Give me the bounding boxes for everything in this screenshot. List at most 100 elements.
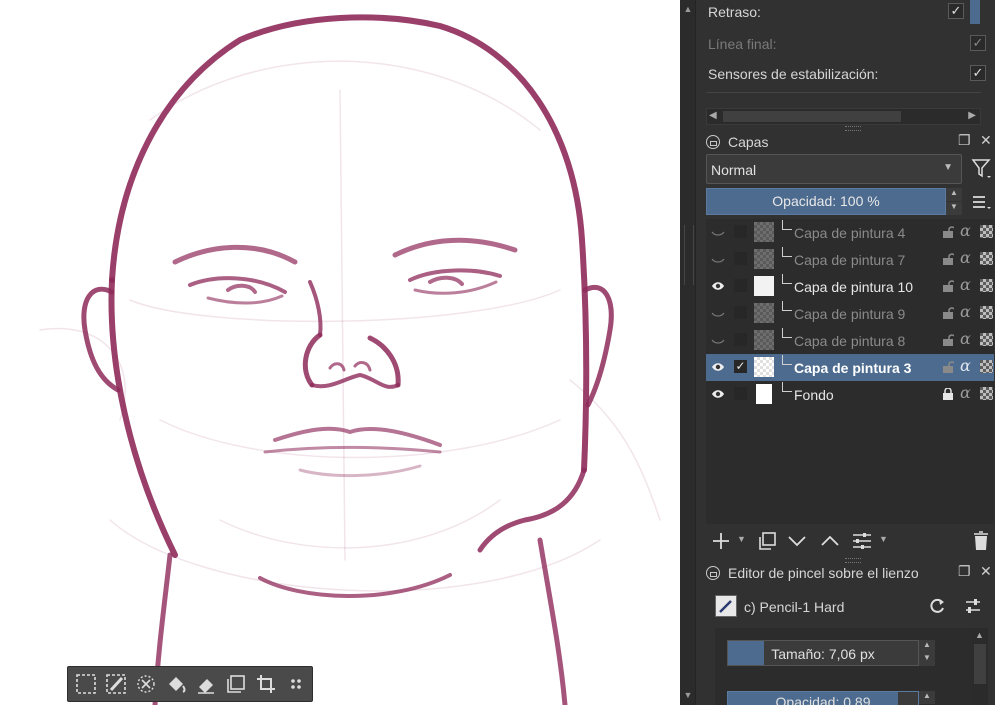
visible-eye-icon[interactable] (711, 387, 725, 401)
splitter-handle[interactable] (845, 558, 861, 563)
layer-row[interactable]: Capa de pintura 4 α (706, 219, 994, 246)
size-up-icon[interactable]: ▲ (919, 640, 935, 653)
size-down-icon[interactable]: ▼ (919, 653, 935, 666)
unlocked-icon[interactable] (942, 253, 954, 265)
scroll-down-icon[interactable]: ▼ (683, 690, 693, 700)
paint-layer-icon (782, 355, 792, 365)
hidden-eye-icon[interactable] (711, 225, 725, 239)
chevron-down-icon[interactable]: ▼ (879, 534, 888, 544)
clear-selection-icon[interactable] (132, 670, 160, 698)
alpha-lock-icon[interactable]: α (960, 248, 971, 267)
fill-icon[interactable] (162, 670, 190, 698)
inherit-alpha-icon[interactable] (980, 225, 993, 238)
hidden-eye-icon[interactable] (711, 306, 725, 320)
crop-icon[interactable] (252, 670, 280, 698)
drawing-canvas[interactable] (0, 0, 680, 705)
paint-layer-icon (782, 301, 792, 311)
brush-editor-scrollbar[interactable]: ▲ (972, 628, 988, 705)
layer-select-checkbox[interactable] (734, 279, 747, 292)
docker-scrollbar[interactable]: ▲ ▼ (680, 0, 696, 705)
layer-select-checkbox[interactable] (734, 252, 747, 265)
add-layer-icon[interactable] (710, 530, 732, 552)
scroll-thumb[interactable] (974, 644, 986, 684)
unlocked-icon[interactable] (942, 226, 954, 238)
finish-line-checkbox[interactable]: ✓ (970, 35, 986, 51)
scroll-left-icon[interactable]: ◀ (709, 110, 717, 121)
alpha-lock-icon[interactable]: α (960, 275, 971, 294)
inherit-alpha-icon[interactable] (980, 252, 993, 265)
alpha-lock-icon[interactable]: α (960, 383, 971, 402)
layer-select-checkbox[interactable] (734, 387, 747, 400)
close-docker-icon[interactable]: ✕ (980, 563, 992, 580)
reload-preset-icon[interactable] (927, 596, 947, 616)
layer-menu-icon[interactable] (970, 192, 992, 212)
visible-eye-icon[interactable] (711, 360, 725, 374)
move-down-icon[interactable] (786, 530, 808, 552)
brush-editor-title: Editor de pincel sobre el lienzo (728, 565, 919, 581)
layer-row[interactable]: Capa de pintura 7 α (706, 246, 994, 273)
lock-docker-icon[interactable] (706, 566, 720, 580)
inherit-alpha-icon[interactable] (980, 360, 993, 373)
layer-row[interactable]: Capa de pintura 10 α (706, 273, 994, 300)
opacity-down-icon[interactable]: ▼ (946, 202, 962, 215)
unlocked-icon[interactable] (942, 280, 954, 292)
inherit-alpha-icon[interactable] (980, 387, 993, 400)
hidden-eye-icon[interactable] (711, 333, 725, 347)
deselect-icon[interactable] (102, 670, 130, 698)
layer-row[interactable]: Capa de pintura 8 α (706, 327, 994, 354)
scroll-grip[interactable] (684, 225, 694, 285)
select-all-icon[interactable] (72, 670, 100, 698)
delete-layer-icon[interactable] (970, 530, 992, 552)
lock-docker-icon[interactable] (706, 135, 720, 149)
layer-select-checkbox[interactable] (734, 306, 747, 319)
visible-eye-icon[interactable] (711, 279, 725, 293)
inherit-alpha-icon[interactable] (980, 279, 993, 292)
stabilizer-checkbox[interactable]: ✓ (970, 65, 986, 81)
scroll-right-icon[interactable]: ▶ (968, 110, 976, 121)
scroll-up-icon[interactable]: ▲ (683, 4, 693, 14)
unlocked-icon[interactable] (942, 307, 954, 319)
inherit-alpha-icon[interactable] (980, 333, 993, 346)
move-up-icon[interactable] (819, 530, 841, 552)
layer-select-checkbox[interactable] (734, 333, 747, 346)
scroll-up-icon[interactable]: ▲ (975, 630, 984, 640)
layer-row[interactable]: Fondo α (706, 381, 994, 408)
divider (706, 92, 981, 93)
copy-layer-icon[interactable] (222, 670, 250, 698)
inherit-alpha-icon[interactable] (980, 306, 993, 319)
close-docker-icon[interactable]: ✕ (980, 132, 992, 149)
float-docker-icon[interactable]: ❐ (958, 563, 971, 580)
chevron-down-icon[interactable]: ▼ (737, 534, 746, 544)
delay-checkbox[interactable]: ✓ (948, 3, 964, 19)
hidden-eye-icon[interactable] (711, 252, 725, 266)
horizontal-scrollbar[interactable]: ◀ ▶ (706, 108, 981, 125)
layer-select-checkbox[interactable] (734, 225, 747, 238)
blend-mode-select[interactable]: Normal ▼ (706, 154, 962, 184)
scroll-thumb[interactable] (723, 111, 901, 122)
layer-row[interactable]: Capa de pintura 9 α (706, 300, 994, 327)
alpha-lock-icon[interactable]: α (960, 302, 971, 321)
opacity-up-icon[interactable]: ▲ (919, 691, 935, 704)
brush-preset-thumbnail[interactable] (715, 595, 737, 617)
filter-icon[interactable] (970, 156, 992, 180)
alpha-lock-icon[interactable]: α (960, 221, 971, 240)
locked-icon[interactable] (942, 388, 954, 400)
alpha-lock-icon[interactable]: α (960, 329, 971, 348)
layer-name: Capa de pintura 10 (794, 279, 914, 295)
brush-settings-icon[interactable] (963, 596, 983, 616)
opacity-up-icon[interactable]: ▲ (946, 188, 962, 201)
size-slider[interactable]: Tamaño: 7,06 px (727, 640, 919, 666)
unlocked-icon[interactable] (942, 334, 954, 346)
layer-row[interactable]: ✓ Capa de pintura 3 α (706, 354, 994, 381)
drag-handle-icon[interactable] (282, 670, 310, 698)
splitter-handle[interactable] (845, 126, 861, 131)
brush-opacity-slider[interactable]: Opacidad: 0,89 (727, 691, 919, 705)
duplicate-layer-icon[interactable] (756, 530, 778, 552)
unlocked-icon[interactable] (942, 361, 954, 373)
alpha-lock-icon[interactable]: α (960, 356, 971, 375)
layer-opacity-slider[interactable]: Opacidad: 100 % (706, 188, 946, 215)
layer-select-checkbox[interactable]: ✓ (734, 360, 747, 373)
layer-properties-icon[interactable] (851, 530, 873, 552)
eraser-icon[interactable] (192, 670, 220, 698)
float-docker-icon[interactable]: ❐ (958, 132, 971, 149)
